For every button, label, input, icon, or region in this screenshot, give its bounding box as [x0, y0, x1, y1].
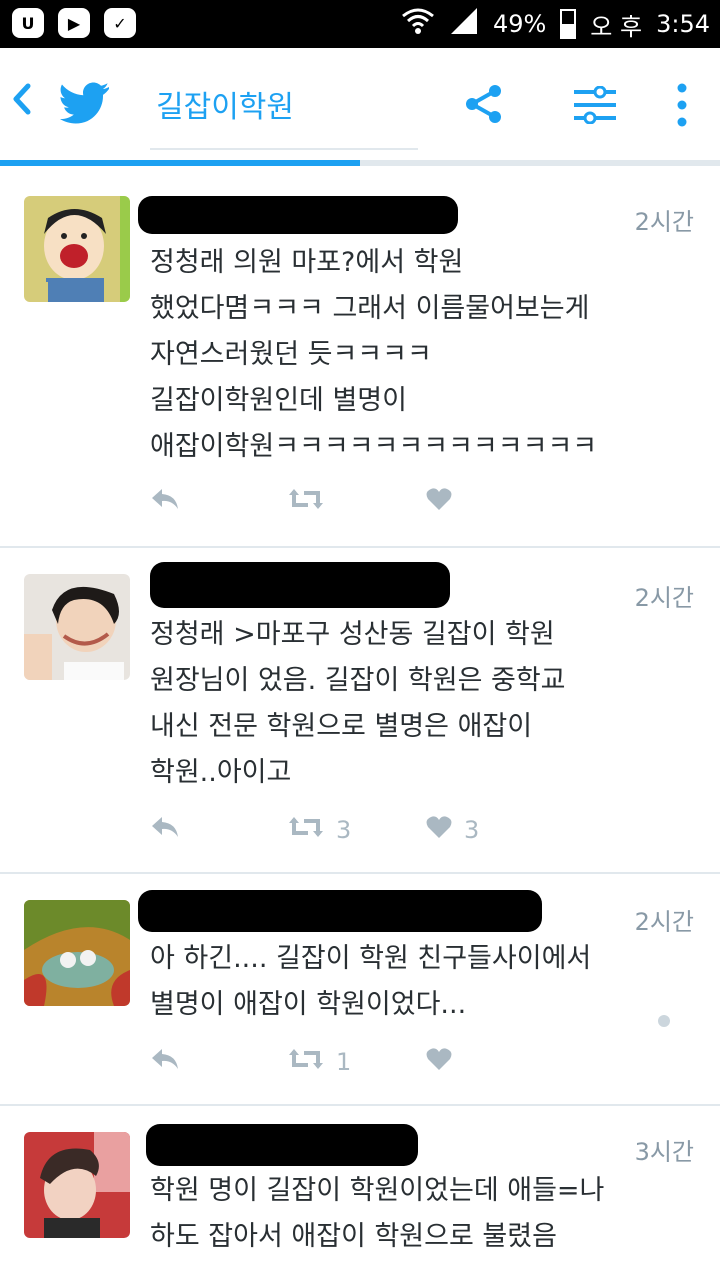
twitter-bird-icon	[59, 82, 110, 128]
tweet-text: 학원 명이 길잡이 학원이었는데 애들=나 하도 잡아서 애잡이 학원으로 불렸…	[150, 1175, 605, 1252]
back-icon[interactable]	[10, 82, 34, 125]
tweet-item[interactable]: 2시간 정청래 >마포구 성산동 길잡이 학원 원장님이 었음. 길잡이 학원은…	[0, 548, 720, 874]
tweet-text: 정청래 의원 마포?에서 학원 했었다몀ㅋㅋㅋ 그래서 이름물어보는게 자연스러…	[150, 247, 598, 462]
scroll-indicator-dot	[658, 1015, 670, 1027]
signal-icon	[449, 6, 479, 42]
like-button[interactable]: 3	[426, 815, 479, 845]
avatar[interactable]	[24, 1132, 130, 1238]
reply-button[interactable]	[150, 1047, 180, 1077]
tweet-text: 아 하긴.... 길잡이 학원 친구들사이에서 별명이 애잡이 학원이었다...	[150, 943, 592, 1020]
battery-icon	[560, 9, 577, 39]
tweet-item[interactable]: 2시간 아 하긴.... 길잡이 학원 친구들사이에서 별명이 애잡이 학원이었…	[0, 874, 720, 1106]
like-button[interactable]	[426, 1047, 464, 1077]
loading-progress-bar	[0, 160, 720, 166]
avatar[interactable]	[24, 196, 130, 302]
youtube-icon: ▶	[58, 8, 90, 38]
app-bar: 길잡이학원	[0, 48, 720, 160]
reply-button[interactable]	[150, 815, 180, 845]
status-bar: U ▶ ✓ 49% 오 후 3:54	[0, 0, 720, 48]
app-notification-icon: U	[12, 8, 44, 38]
retweet-count: 1	[336, 1048, 352, 1076]
redacted-username	[138, 196, 458, 234]
filter-icon[interactable]	[572, 85, 618, 128]
ampm: 오 후	[590, 12, 643, 41]
title-underline	[150, 148, 418, 150]
tweet-time: 3시간	[634, 1138, 694, 1166]
retweet-button[interactable]: 3	[288, 815, 351, 845]
retweet-icon	[288, 1047, 324, 1077]
redacted-username	[150, 562, 450, 608]
avatar[interactable]	[24, 900, 130, 1006]
heart-icon	[426, 1047, 452, 1077]
search-title[interactable]: 길잡이학원	[156, 82, 294, 126]
like-count: 3	[464, 816, 480, 844]
retweet-icon	[288, 487, 324, 517]
clock: 3:54	[656, 10, 710, 38]
battery-percent: 49%	[492, 10, 547, 38]
tweet-text: 정청래 >마포구 성산동 길잡이 학원 원장님이 었음. 길잡이 학원은 중학교…	[150, 619, 566, 788]
share-icon[interactable]	[464, 84, 504, 128]
loading-progress-fill	[0, 160, 360, 166]
redacted-username	[138, 890, 542, 932]
tweet-item[interactable]: 2시간 정청래 의원 마포?에서 학원 했었다몀ㅋㅋㅋ 그래서 이름물어보는게 …	[0, 168, 720, 548]
reply-icon	[150, 815, 180, 845]
like-button[interactable]	[426, 487, 464, 517]
retweet-count: 3	[336, 816, 352, 844]
wifi-icon	[401, 6, 435, 42]
tweet-time: 2시간	[634, 584, 694, 612]
reply-button[interactable]	[150, 487, 180, 517]
avatar[interactable]	[24, 574, 130, 680]
retweet-icon	[288, 815, 324, 845]
retweet-button[interactable]: 1	[288, 1047, 351, 1077]
reply-icon	[150, 1047, 180, 1077]
bag-check-icon: ✓	[104, 8, 136, 38]
tweet-item[interactable]: 3시간 학원 명이 길잡이 학원이었는데 애들=나 하도 잡아서 애잡이 학원으…	[0, 1106, 720, 1280]
reply-icon	[150, 487, 180, 517]
heart-icon	[426, 815, 452, 845]
heart-icon	[426, 487, 452, 517]
redacted-username	[146, 1124, 418, 1166]
tweet-time: 2시간	[634, 908, 694, 936]
tweet-time: 2시간	[634, 208, 694, 236]
retweet-button[interactable]	[288, 487, 336, 517]
more-options-icon[interactable]	[676, 82, 688, 132]
